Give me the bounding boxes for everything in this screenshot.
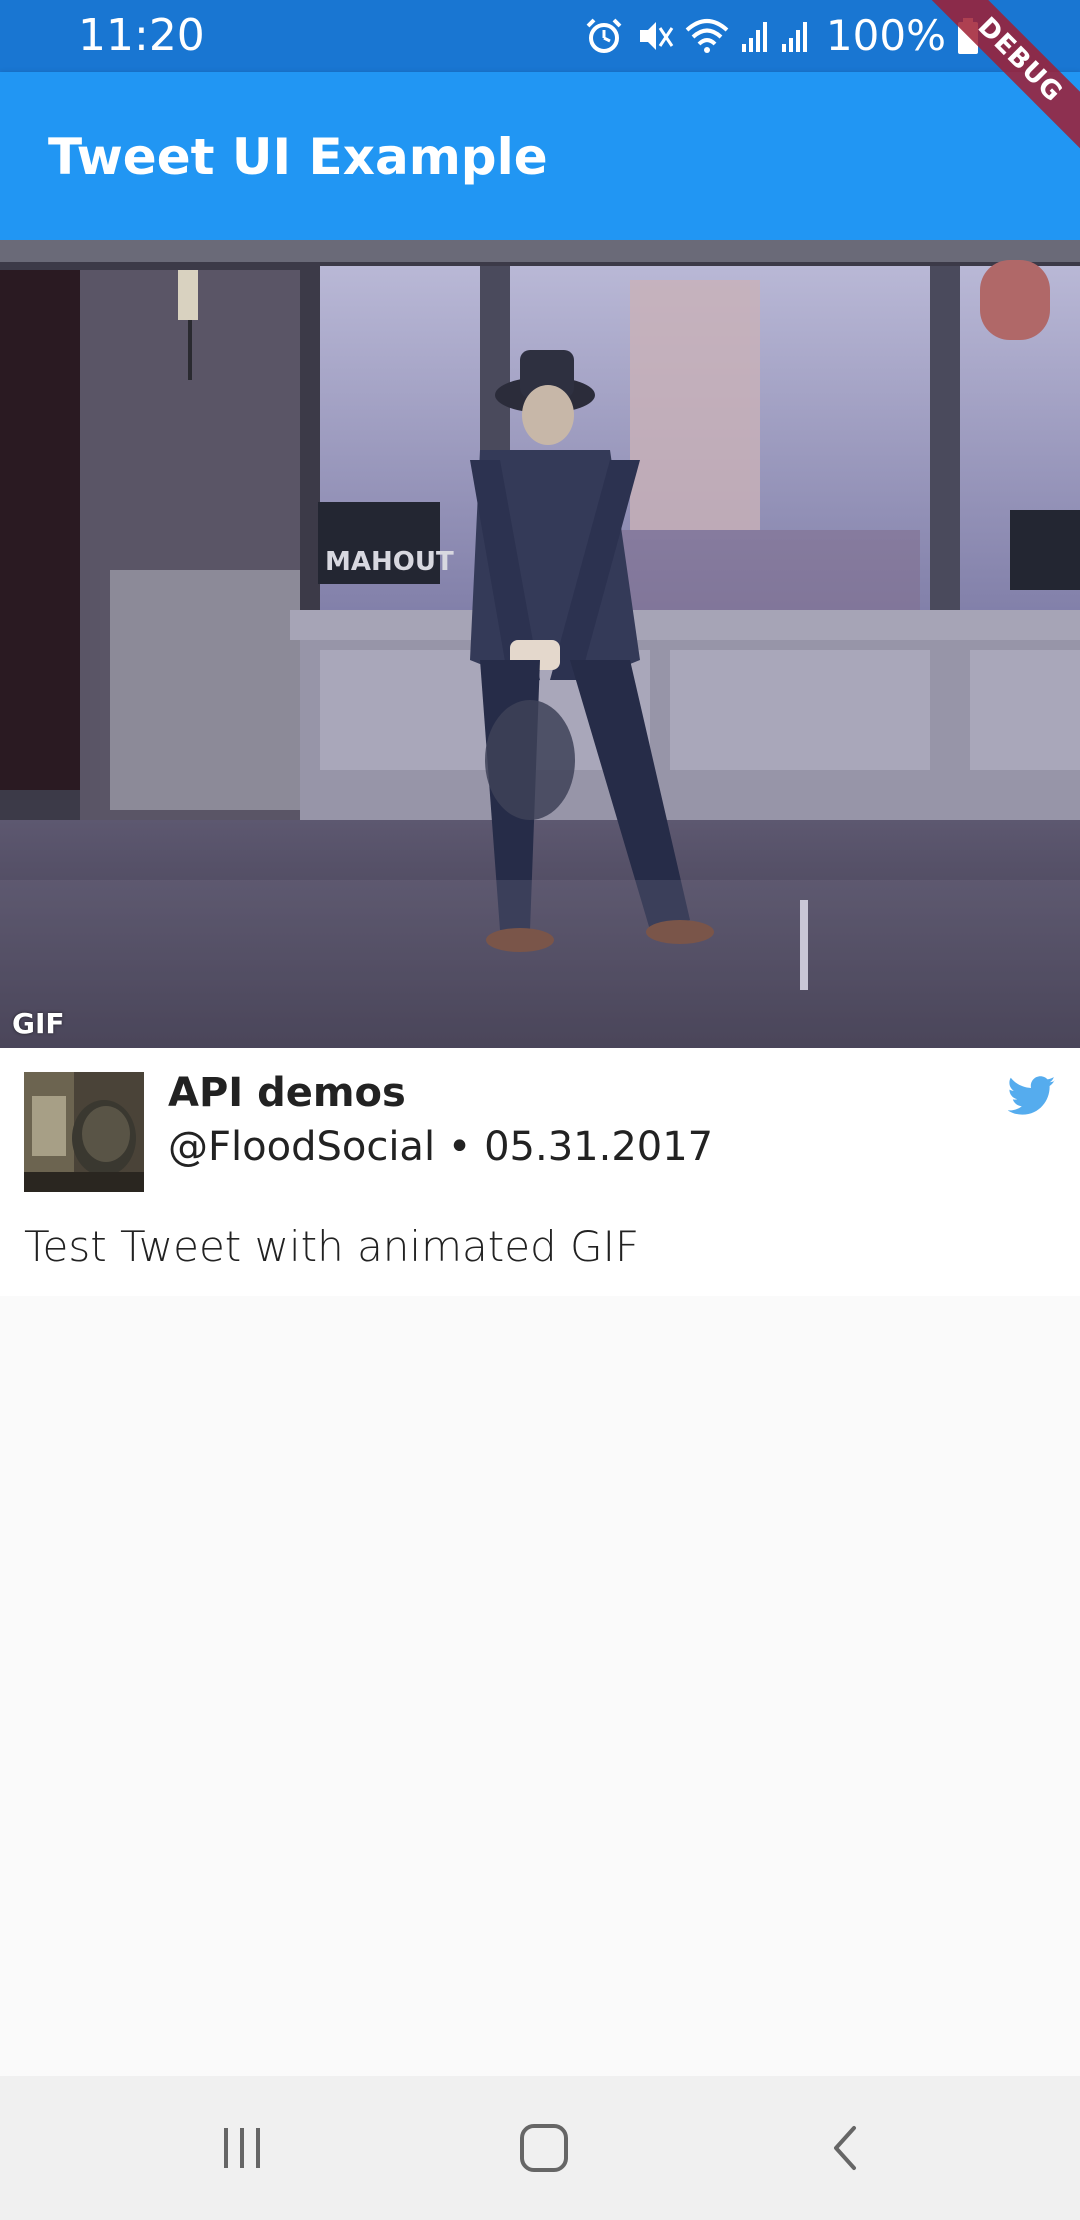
back-icon [834,2126,856,2170]
app-bar: Tweet UI Example [0,72,1080,240]
author-name[interactable]: API demos [168,1070,406,1116]
tweet-date[interactable]: 05.31.2017 [484,1124,713,1170]
author-handle[interactable]: @FloodSocial [168,1124,435,1170]
page-title: Tweet UI Example [48,128,548,186]
gif-badge: GIF [12,1007,65,1040]
tweet-card[interactable]: API demos @FloodSocial • 05.31.2017 Test… [0,1048,1080,1296]
status-icons: 100% [584,12,980,60]
system-nav-bar [0,2076,1080,2220]
avatar[interactable] [24,1072,144,1192]
back-button[interactable] [810,2112,882,2184]
recents-icon [224,2128,260,2168]
recents-button[interactable] [206,2112,278,2184]
status-time: 11:20 [78,10,205,61]
twitter-bird-icon[interactable] [1008,1076,1056,1116]
home-icon [520,2124,568,2172]
vibrate-mute-icon [639,22,674,50]
avatar-image [24,1072,144,1192]
alarm-icon [586,18,622,53]
wifi-icon [685,19,729,53]
signal-icon [781,22,807,52]
tweet-text: Test Tweet with animated GIF [24,1222,640,1271]
shop-sign: MAHOUT [325,547,454,577]
tweet-media-gif[interactable]: MAHOUT GIF [0,240,1080,1048]
meta-separator: • [435,1124,485,1170]
gif-image: MAHOUT [0,240,1080,1048]
author-meta: @FloodSocial • 05.31.2017 [168,1124,713,1170]
home-button[interactable] [508,2112,580,2184]
signal-icon [741,22,767,52]
status-bar: 11:20 100% [0,0,1080,72]
battery-percentage: 100% [825,11,946,60]
